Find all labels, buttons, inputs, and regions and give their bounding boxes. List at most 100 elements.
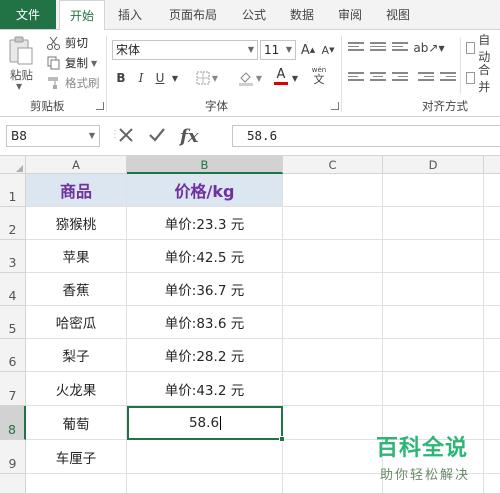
cell-a9[interactable]: 车厘子 [26,440,127,474]
borders-icon[interactable]: ▼ [194,68,220,88]
wrap-text-button[interactable]: 自动 [466,33,500,64]
tab-insert[interactable]: 插入 [110,0,150,29]
cell-e1[interactable] [484,174,500,207]
chevron-down-icon[interactable]: ▼ [170,68,180,88]
cell-d3[interactable] [383,240,484,273]
fill-handle[interactable] [279,436,285,442]
cell-b6[interactable]: 单价:28.2 元 [127,339,283,372]
cell-b9[interactable] [127,440,283,474]
font-name-select[interactable]: 宋体 ▼ [112,40,258,60]
cell-d1[interactable] [383,174,484,207]
cell-b2[interactable]: 单价:23.3 元 [127,207,283,240]
name-box[interactable]: B8 ▼ [6,125,100,147]
column-header-d[interactable]: D [383,156,484,174]
active-cell-b8[interactable]: 58.6 [127,406,283,440]
decrease-indent-icon[interactable] [418,72,434,84]
orientation-icon[interactable]: ab↗ ▼ [413,38,444,58]
italic-button[interactable]: I [133,68,149,88]
cut-button[interactable]: 剪切 [46,34,88,52]
tab-review[interactable]: 审阅 [332,0,368,29]
cell-b4[interactable]: 单价:36.7 元 [127,273,283,306]
cancel-icon[interactable] [118,127,134,146]
bottom-align-icon[interactable] [392,42,408,54]
bold-button[interactable]: B [113,68,129,88]
row-header[interactable]: 9 [0,440,26,474]
align-left-icon[interactable] [348,72,364,84]
tab-formulas[interactable]: 公式 [236,0,272,29]
cell-c3[interactable] [283,240,383,273]
cell-b3[interactable]: 单价:42.5 元 [127,240,283,273]
cell-e2[interactable] [484,207,500,240]
cell-b1[interactable]: 价格/kg [127,174,283,207]
cell-e5[interactable] [484,306,500,339]
cell-b10[interactable] [127,474,283,493]
chevron-down-icon[interactable]: ▼ [291,68,299,88]
font-size-select[interactable]: 11 ▼ [260,40,296,60]
select-all-button[interactable] [0,156,26,174]
cell-e6[interactable] [484,339,500,372]
cell-e3[interactable] [484,240,500,273]
cell-e4[interactable] [484,273,500,306]
column-header-a[interactable]: A [26,156,127,174]
clipboard-launcher-icon[interactable] [96,102,104,110]
increase-indent-icon[interactable] [440,72,456,84]
tab-page-layout[interactable]: 页面布局 [162,0,224,29]
cell-c1[interactable] [283,174,383,207]
cell-d2[interactable] [383,207,484,240]
cell-c8[interactable] [283,406,383,440]
column-header-b[interactable]: B [127,156,283,174]
cell-a4[interactable]: 香蕉 [26,273,127,306]
tab-data[interactable]: 数据 [284,0,320,29]
cell-d7[interactable] [383,372,484,406]
underline-button[interactable]: U [152,68,168,88]
row-header[interactable] [0,474,26,493]
cell-b7[interactable]: 单价:43.2 元 [127,372,283,406]
column-header-c[interactable]: C [283,156,383,174]
cell-a2[interactable]: 猕猴桃 [26,207,127,240]
row-header-selected[interactable]: 8 [0,406,26,440]
row-header[interactable]: 5 [0,306,26,339]
cell-c4[interactable] [283,273,383,306]
cell-a5[interactable]: 哈密瓜 [26,306,127,339]
cell-a8[interactable]: 葡萄 [26,406,127,440]
middle-align-icon[interactable] [370,42,386,54]
cell-d5[interactable] [383,306,484,339]
cell-c9[interactable] [283,440,383,474]
cell-a6[interactable]: 梨子 [26,339,127,372]
cell-c5[interactable] [283,306,383,339]
cell-c2[interactable] [283,207,383,240]
cell-c10[interactable] [283,474,383,493]
formula-input[interactable]: 58.6 [232,125,500,147]
cell-d4[interactable] [383,273,484,306]
align-center-icon[interactable] [370,72,386,84]
align-right-icon[interactable] [392,72,408,84]
grow-font-icon[interactable]: A ▲ [300,40,316,60]
cell-c6[interactable] [283,339,383,372]
fill-color-icon[interactable]: ▼ [236,68,264,88]
tab-file[interactable]: 文件 [0,0,56,29]
cell-a3[interactable]: 苹果 [26,240,127,273]
row-header[interactable]: 6 [0,339,26,372]
row-header[interactable]: 1 [0,174,26,207]
cell-d6[interactable] [383,339,484,372]
row-header[interactable]: 4 [0,273,26,306]
enter-check-icon[interactable] [148,127,166,146]
cell-c7[interactable] [283,372,383,406]
copy-button[interactable]: 复制 ▼ [46,54,97,72]
cell-e7[interactable] [484,372,500,406]
format-painter-button[interactable]: 格式刷 [46,74,100,92]
tab-home[interactable]: 开始 [59,0,105,30]
row-header[interactable]: 7 [0,372,26,406]
top-align-icon[interactable] [348,42,364,54]
cell-b5[interactable]: 单价:83.6 元 [127,306,283,339]
row-header[interactable]: 3 [0,240,26,273]
shrink-font-icon[interactable]: A ▼ [320,40,336,60]
row-header[interactable]: 2 [0,207,26,240]
tab-view[interactable]: 视图 [380,0,416,29]
cell-a10[interactable] [26,474,127,493]
phonetic-icon[interactable]: wén 文 [306,66,332,86]
merge-button[interactable]: 合并 [466,63,500,94]
cell-a7[interactable]: 火龙果 [26,372,127,406]
insert-function-icon[interactable]: fx [180,126,198,147]
cell-a1[interactable]: 商品 [26,174,127,207]
